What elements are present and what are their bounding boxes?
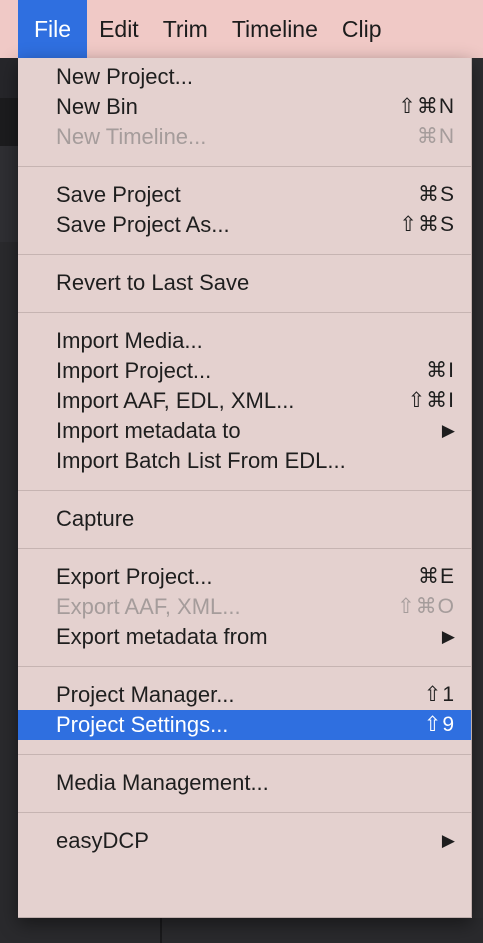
menu-item-label: Export Project... <box>56 564 213 589</box>
menu-item-label: New Project... <box>56 64 193 89</box>
submenu-arrow-icon: ▶ <box>441 421 455 440</box>
menu-separator <box>18 754 471 755</box>
menu-item-new-bin[interactable]: New Bin ⇧⌘N <box>18 92 471 122</box>
menu-item-import-project[interactable]: Import Project... ⌘I <box>18 356 471 386</box>
menu-item-revert-to-last-save[interactable]: Revert to Last Save <box>18 268 471 298</box>
menu-separator <box>18 666 471 667</box>
menu-separator <box>18 312 471 313</box>
menu-item-project-manager[interactable]: Project Manager... ⇧1 <box>18 680 471 710</box>
keyboard-shortcut: ⇧⌘I <box>407 389 455 412</box>
menu-item-capture[interactable]: Capture <box>18 504 471 534</box>
keyboard-shortcut: ⇧1 <box>423 683 455 706</box>
menu-item-label: Import Batch List From EDL... <box>56 448 346 473</box>
background-panel <box>0 242 18 942</box>
menu-item-import-batch-list-from-edl[interactable]: Import Batch List From EDL... <box>18 446 471 476</box>
menu-edit[interactable]: Edit <box>87 0 151 58</box>
menu-item-label: Import Project... <box>56 358 212 383</box>
menu-separator <box>18 812 471 813</box>
menu-item-save-project-as[interactable]: Save Project As... ⇧⌘S <box>18 210 471 240</box>
menu-separator <box>18 490 471 491</box>
menu-item-easydcp[interactable]: easyDCP ▶ <box>18 826 471 856</box>
menu-separator <box>18 166 471 167</box>
menu-item-label: Export AAF, XML... <box>56 594 241 619</box>
menu-item-label: Capture <box>56 506 135 531</box>
keyboard-shortcut: ⇧9 <box>423 713 455 736</box>
menu-item-export-metadata-from[interactable]: Export metadata from ▶ <box>18 622 471 652</box>
menu-item-label: Revert to Last Save <box>56 270 250 295</box>
menu-clip[interactable]: Clip <box>330 0 394 58</box>
panel-divider <box>160 918 162 943</box>
menu-timeline[interactable]: Timeline <box>220 0 330 58</box>
menu-item-export-project[interactable]: Export Project... ⌘E <box>18 562 471 592</box>
menu-item-import-metadata-to[interactable]: Import metadata to ▶ <box>18 416 471 446</box>
menu-item-label: Export metadata from <box>56 624 268 649</box>
menu-item-label: Import Media... <box>56 328 203 353</box>
menu-item-label: easyDCP <box>56 828 149 853</box>
background-panel <box>0 98 18 146</box>
keyboard-shortcut: ⌘I <box>426 359 455 382</box>
keyboard-shortcut: ⌘S <box>417 183 455 206</box>
menu-item-media-management[interactable]: Media Management... <box>18 768 471 798</box>
keyboard-shortcut: ⇧⌘N <box>398 95 455 118</box>
menu-item-new-timeline: New Timeline... ⌘N <box>18 122 471 152</box>
menu-item-label: Save Project <box>56 182 181 207</box>
submenu-arrow-icon: ▶ <box>441 627 455 646</box>
menu-item-import-aaf-edl-xml[interactable]: Import AAF, EDL, XML... ⇧⌘I <box>18 386 471 416</box>
menu-item-label: Project Settings... <box>56 712 229 737</box>
menu-item-project-settings[interactable]: Project Settings... ⇧9 <box>18 710 471 740</box>
menu-item-label: Project Manager... <box>56 682 235 707</box>
menu-separator <box>18 254 471 255</box>
background-panel <box>0 918 483 943</box>
keyboard-shortcut: ⇧⌘O <box>397 595 455 618</box>
keyboard-shortcut: ⌘E <box>417 565 455 588</box>
menu-item-label: New Timeline... <box>56 124 207 149</box>
file-menu-dropdown: New Project... New Bin ⇧⌘N New Timeline... ⌘… <box>18 58 472 918</box>
menu-item-export-aaf-xml: Export AAF, XML... ⇧⌘O <box>18 592 471 622</box>
background-panel <box>0 146 18 242</box>
menu-item-label: Media Management... <box>56 770 269 795</box>
keyboard-shortcut: ⌘N <box>416 125 455 148</box>
menu-item-label: New Bin <box>56 94 138 119</box>
menu-item-new-project[interactable]: New Project... <box>18 62 471 92</box>
app-window: File Edit Trim Timeline Clip New Project… <box>0 0 483 943</box>
menu-item-label: Import metadata to <box>56 418 241 443</box>
menu-bar: File Edit Trim Timeline Clip <box>0 0 483 58</box>
menu-trim[interactable]: Trim <box>151 0 220 58</box>
menu-item-save-project[interactable]: Save Project ⌘S <box>18 180 471 210</box>
menu-separator <box>18 548 471 549</box>
submenu-arrow-icon: ▶ <box>441 831 455 850</box>
background-panel <box>0 58 18 98</box>
menu-file[interactable]: File <box>18 0 88 58</box>
menu-item-import-media[interactable]: Import Media... <box>18 326 471 356</box>
menu-item-label: Import AAF, EDL, XML... <box>56 388 295 413</box>
menu-item-label: Save Project As... <box>56 212 230 237</box>
keyboard-shortcut: ⇧⌘S <box>399 213 455 236</box>
